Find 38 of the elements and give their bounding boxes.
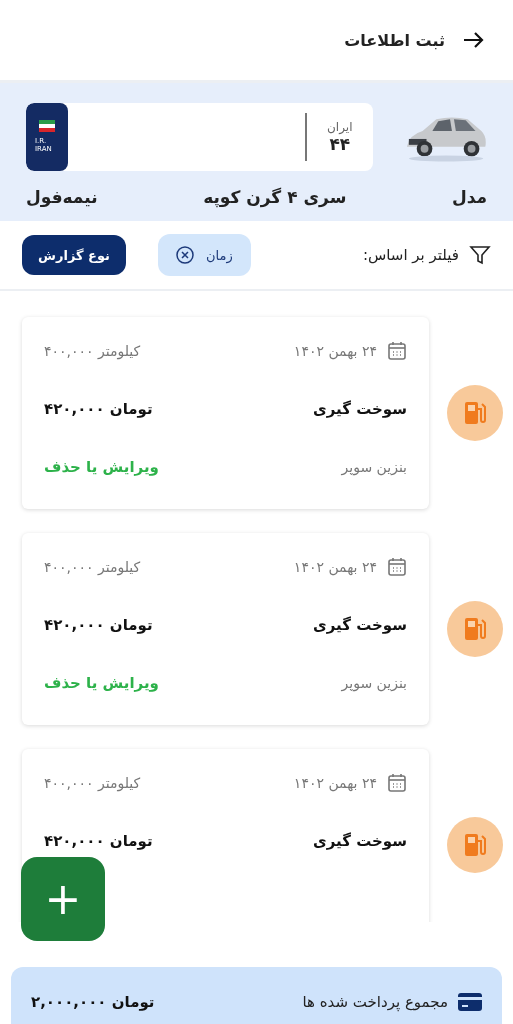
record-date: ۲۴ بهمن ۱۴۰۲ (293, 775, 377, 791)
record-odometer: ۴۰۰,۰۰۰ کیلومتر (44, 775, 141, 791)
calendar-icon (387, 557, 407, 577)
record-card[interactable]: ۲۴ بهمن ۱۴۰۲ ۴۰۰,۰۰۰ کیلومتر سوخت گیری ۴۲۰,۰۰۰ تومان بنزین سوپر ویرایش یا حذف (22, 317, 429, 509)
filter-label: فیلتر بر اساس: (362, 246, 459, 264)
record-detail: بنزین سوپر (341, 459, 407, 475)
record-title: سوخت گیری (313, 400, 407, 418)
record-card[interactable]: ۲۴ بهمن ۱۴۰۲ ۴۰۰,۰۰۰ کیلومتر سوخت گیری ۴۲۰,۰۰۰ تومان بنزین سوپر ویرایش یا حذف (22, 533, 429, 725)
report-type-button[interactable]: نوع گزارش (22, 235, 126, 275)
record-odometer: ۴۰۰,۰۰۰ کیلومتر (44, 343, 141, 359)
vehicle-spec: سری ۴ گرن کوپه (203, 187, 347, 207)
calendar-icon (387, 341, 407, 361)
record-date: ۲۴ بهمن ۱۴۰۲ (293, 559, 377, 575)
record-odometer: ۴۰۰,۰۰۰ کیلومتر (44, 559, 141, 575)
add-button[interactable]: + (21, 857, 105, 941)
total-label: مجموع پرداخت شده ها (302, 993, 448, 1011)
calendar-icon (387, 773, 407, 793)
page-title: ثبت اطلاعات (344, 30, 445, 50)
record-detail: بنزین سوپر (341, 675, 407, 691)
total-amount: ۲,۰۰۰,۰۰۰ تومان (31, 993, 155, 1011)
fuel-pump-icon (463, 400, 487, 426)
fuel-pump-icon (463, 616, 487, 642)
filter-chip[interactable]: زمان (157, 234, 251, 276)
record-amount: ۴۲۰,۰۰۰ تومان (44, 400, 153, 418)
flag-icon (39, 120, 55, 133)
fuel-pump-icon (463, 832, 487, 858)
close-icon[interactable] (175, 246, 194, 264)
record-title: سوخت گیری (313, 832, 407, 850)
record-title: سوخت گیری (313, 616, 407, 634)
card-icon (458, 993, 482, 1011)
record-amount: ۴۲۰,۰۰۰ تومان (44, 616, 153, 634)
filter-icon[interactable] (469, 244, 491, 266)
plate-region-label: ایران (327, 120, 353, 134)
vehicle-spec: مدل (451, 187, 487, 207)
record-amount: ۴۲۰,۰۰۰ تومان (44, 832, 153, 850)
plate-region-number: ۴۴ (329, 134, 351, 154)
vehicle-spec: نیمه‌فول (26, 187, 98, 207)
record-date: ۲۴ بهمن ۱۴۰۲ (293, 343, 377, 359)
